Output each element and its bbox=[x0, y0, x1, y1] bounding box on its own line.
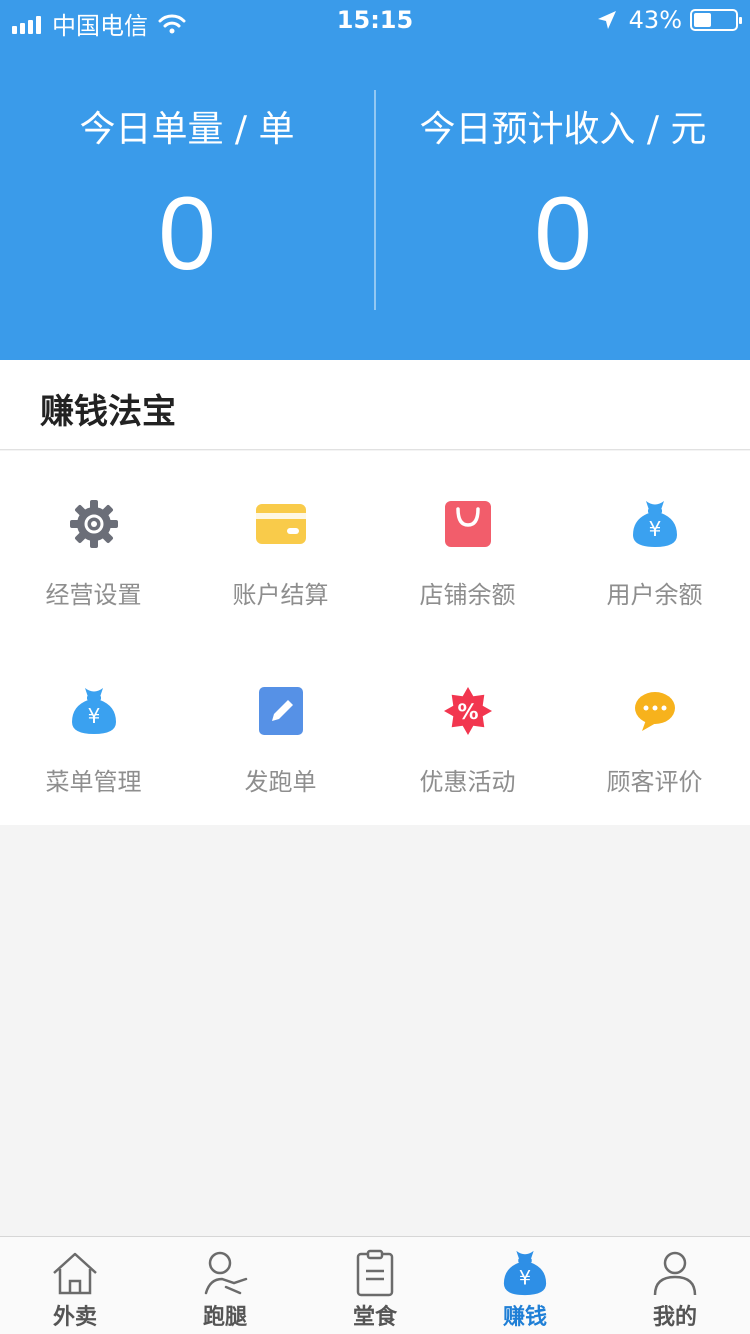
grid-item-menu-management[interactable]: ¥ 菜单管理 bbox=[0, 686, 187, 797]
summary-header: 今日单量 / 单 0 今日预计收入 / 元 0 bbox=[0, 0, 750, 360]
svg-text:¥: ¥ bbox=[519, 1267, 531, 1290]
edit-icon bbox=[258, 687, 303, 735]
tab-label: 外卖 bbox=[52, 1305, 97, 1330]
today-orders-value: 0 bbox=[158, 176, 216, 292]
wallet-icon bbox=[255, 504, 306, 544]
feature-grid: 经营设置 账户结算 店铺余额 ¥ 用户余额 ¥ 菜单管理 发跑单 % 优惠活动 … bbox=[0, 451, 750, 825]
tab-mine[interactable]: 我的 bbox=[600, 1237, 750, 1334]
shopping-bag-icon bbox=[444, 501, 491, 547]
grid-item-label: 用户余额 bbox=[606, 581, 703, 609]
location-arrow-icon bbox=[597, 11, 616, 29]
svg-text:¥: ¥ bbox=[87, 704, 100, 728]
grid-item-promotions[interactable]: % 优惠活动 bbox=[374, 686, 561, 797]
comment-icon bbox=[634, 692, 675, 731]
section-header: 赚钱法宝 bbox=[0, 360, 750, 450]
grid-item-shop-balance[interactable]: 店铺余额 bbox=[374, 499, 561, 610]
tab-label: 赚钱 bbox=[502, 1305, 547, 1330]
home-icon bbox=[53, 1252, 97, 1295]
svg-text:%: % bbox=[457, 700, 478, 724]
gear-icon bbox=[69, 500, 118, 548]
tab-earn-money[interactable]: ¥ 赚钱 bbox=[450, 1237, 600, 1334]
section-title: 赚钱法宝 bbox=[40, 392, 176, 432]
tab-dine-in[interactable]: 堂食 bbox=[300, 1237, 450, 1334]
grid-item-label: 经营设置 bbox=[45, 581, 142, 609]
grid-item-label: 顾客评价 bbox=[606, 768, 703, 796]
today-income-label: 今日预计收入 / 元 bbox=[419, 109, 707, 150]
grid-item-send-errand[interactable]: 发跑单 bbox=[187, 686, 374, 797]
grid-item-label: 发跑单 bbox=[244, 768, 317, 796]
grid-item-label: 店铺余额 bbox=[419, 581, 516, 609]
grid-item-user-balance[interactable]: ¥ 用户余额 bbox=[561, 499, 748, 610]
money-bag-icon: ¥ bbox=[71, 688, 116, 734]
grid-item-account-settlement[interactable]: 账户结算 bbox=[187, 499, 374, 610]
tab-errand[interactable]: 跑腿 bbox=[150, 1237, 300, 1334]
grid-item-label: 菜单管理 bbox=[45, 768, 142, 796]
today-income: 今日预计收入 / 元 0 bbox=[376, 100, 750, 286]
user-icon bbox=[653, 1251, 697, 1296]
bottom-tab-bar: 外卖 跑腿 堂食 ¥ 赚钱 我的 bbox=[0, 1236, 750, 1334]
money-bag-icon: ¥ bbox=[632, 501, 677, 547]
grid-item-label: 优惠活动 bbox=[419, 768, 516, 796]
status-bar: 中国电信 15:15 43% bbox=[0, 0, 750, 40]
discount-icon: % bbox=[443, 687, 492, 735]
tab-label: 跑腿 bbox=[202, 1305, 247, 1330]
battery-icon bbox=[690, 9, 742, 31]
today-income-value: 0 bbox=[534, 176, 592, 292]
grid-item-label: 账户结算 bbox=[232, 581, 329, 609]
today-orders-label: 今日单量 / 单 bbox=[79, 109, 295, 150]
runner-icon bbox=[204, 1251, 248, 1295]
battery-percent: 43% bbox=[628, 6, 682, 34]
money-bag-icon: ¥ bbox=[503, 1250, 547, 1296]
grid-item-customer-reviews[interactable]: 顾客评价 bbox=[561, 686, 748, 797]
tab-takeout[interactable]: 外卖 bbox=[0, 1237, 150, 1334]
clipboard-icon bbox=[356, 1249, 394, 1297]
tab-label: 堂食 bbox=[352, 1305, 397, 1330]
tab-label: 我的 bbox=[652, 1305, 697, 1330]
today-orders: 今日单量 / 单 0 bbox=[0, 100, 374, 286]
svg-text:¥: ¥ bbox=[648, 517, 661, 541]
grid-item-business-settings[interactable]: 经营设置 bbox=[0, 499, 187, 610]
